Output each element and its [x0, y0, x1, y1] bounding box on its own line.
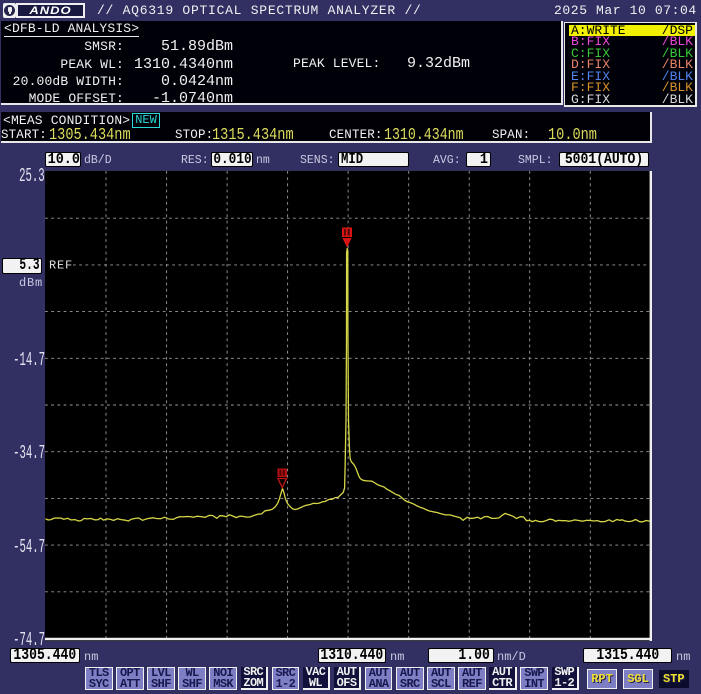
svg-text:REF: REF	[49, 259, 73, 273]
